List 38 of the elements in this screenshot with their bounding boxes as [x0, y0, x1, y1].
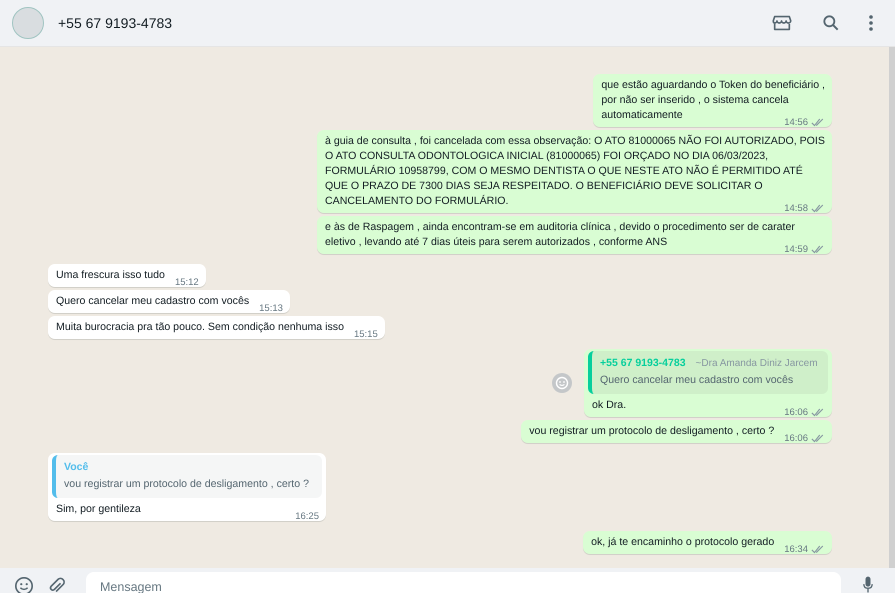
- message-time: 16:25: [295, 510, 319, 524]
- quote-author: +55 67 9193-4783: [600, 356, 686, 371]
- message-bubble[interactable]: Quero cancelar meu cadastro com vocês 15:13: [48, 290, 290, 313]
- message-time: 16:34: [784, 543, 808, 557]
- message-bubble[interactable]: Uma frescura isso tudo 15:12: [48, 264, 206, 287]
- message-text: Uma frescura isso tudo: [56, 269, 165, 281]
- message-bubble[interactable]: ok, já te encaminho o protocolo gerado 16:34: [583, 531, 832, 554]
- message-bubble[interactable]: Muita burocracia pra tão pouco. Sem condição nenhuma isso 15:15: [48, 316, 385, 339]
- message-time: 15:15: [354, 328, 378, 342]
- message-text: Sim, por gentileza: [56, 503, 141, 515]
- message-time: 16:06: [784, 406, 808, 420]
- menu-icon[interactable]: [869, 15, 873, 31]
- message-bubble[interactable]: e às de Raspagem , ainda encontram-se em auditoria clínica , devido o procedimento ser de carater eletivo , levando até 7 dias úteis para serem autorizados , conforme ANS 14:59: [317, 216, 832, 254]
- search-icon[interactable]: [821, 13, 841, 33]
- message-time: 15:13: [259, 302, 283, 316]
- message-bubble[interactable]: [317, 130, 832, 213]
- quote-author-name: ~Dra Amanda Diniz Jarcem: [696, 357, 818, 371]
- microphone-icon[interactable]: [863, 576, 873, 593]
- message-text: ok, já te encaminho o protocolo gerado: [591, 536, 774, 548]
- message-text: ok Dra.: [592, 399, 626, 411]
- emoji-icon[interactable]: [14, 576, 34, 593]
- quote-text: vou registrar um protocolo de desligamento , certo ?: [64, 477, 310, 492]
- message-text: Muita burocracia pra tão pouco. Sem condição nenhuma isso: [56, 321, 344, 333]
- message-bubble[interactable]: que estão aguardando o Token do beneficiário , por não ser inserido , o sistema cancela automaticamente 14:56: [593, 74, 832, 127]
- quote-author: Você: [64, 460, 88, 475]
- message-time: 14:58: [784, 202, 808, 216]
- message-time: 14:59: [784, 243, 808, 257]
- message-bubble[interactable]: vou registrar um protocolo de desligamento , certo ? 16:06: [521, 420, 832, 443]
- quoted-message[interactable]: Você vou registrar um protocolo de desligamento , certo ?: [52, 455, 322, 498]
- message-time: 14:56: [784, 116, 808, 130]
- message-time: 15:12: [174, 276, 199, 290]
- contact-name[interactable]: +55 67 9193-4783: [58, 15, 172, 31]
- message-bubble[interactable]: Você vou registrar um protocolo de desligamento , certo ? Sim, por gentileza 16:25: [48, 453, 326, 521]
- message-text: vou registrar um protocolo de desligamento , certo ?: [529, 425, 774, 437]
- quoted-message[interactable]: +55 67 9193-4783 ~Dra Amanda Diniz Jarcem Quero cancelar meu cadastro com vocês: [588, 351, 828, 394]
- message-time: 16:06: [784, 432, 808, 446]
- message-text: Quero cancelar meu cadastro com vocês: [56, 295, 250, 307]
- quote-text: Quero cancelar meu cadastro com vocês: [600, 373, 794, 388]
